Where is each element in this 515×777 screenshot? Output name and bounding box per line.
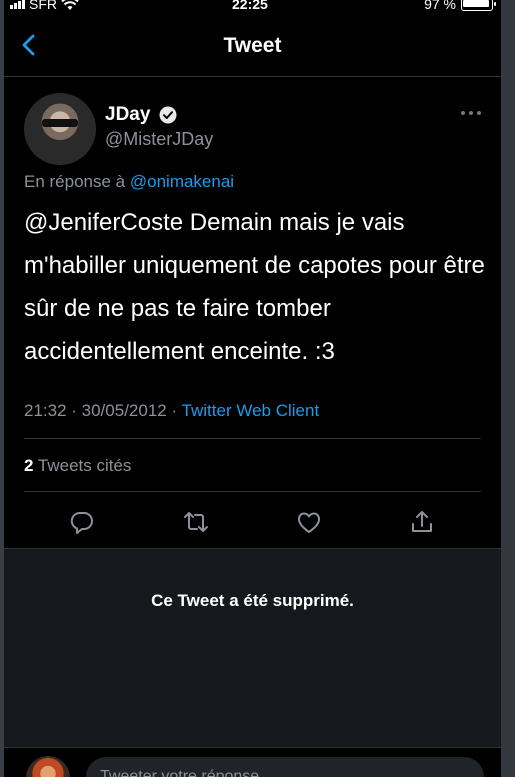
verified-badge-icon <box>159 106 177 124</box>
tweet-metadata: 21:32 · 30/05/2012 · Twitter Web Client <box>24 401 319 421</box>
divider <box>24 438 481 439</box>
reply-icon[interactable] <box>68 508 96 536</box>
author-handle[interactable]: @MisterJDay <box>105 129 213 150</box>
quote-tweets-stat[interactable]: 2 Tweets cités <box>24 456 131 476</box>
author-name[interactable]: JDay <box>105 104 150 126</box>
battery-percent: 97 % <box>424 0 456 12</box>
tweet-action-bar <box>4 500 501 544</box>
signal-icon <box>10 0 25 9</box>
page-title: Tweet <box>223 34 282 57</box>
carrier-label: SFR <box>29 0 57 12</box>
tweet-client-link[interactable]: Twitter Web Client <box>182 401 320 420</box>
divider <box>24 491 481 492</box>
author-avatar[interactable] <box>24 93 96 165</box>
tweet-text: @JeniferCoste Demain mais je vais m'habi… <box>24 209 485 365</box>
quote-count: 2 <box>24 456 34 475</box>
top-navigation-bar: Tweet <box>4 14 501 77</box>
like-icon[interactable] <box>295 508 323 536</box>
reply-mention-link[interactable]: @onimakenai <box>130 172 234 191</box>
current-user-avatar <box>26 756 70 777</box>
quote-label: Tweets cités <box>37 456 132 475</box>
reply-input[interactable] <box>86 757 484 777</box>
more-options-icon[interactable] <box>459 108 483 118</box>
tweet-timestamp[interactable]: 21:32 · 30/05/2012 · <box>24 401 182 420</box>
reply-context: En réponse à @onimakenai <box>24 172 234 192</box>
wifi-icon <box>61 0 79 10</box>
share-icon[interactable] <box>408 508 436 536</box>
reply-composer <box>4 747 501 777</box>
deleted-tweet-notice: Ce Tweet a été supprimé. <box>151 591 354 610</box>
reply-prefix: En réponse à <box>24 172 126 191</box>
clock: 22:25 <box>232 0 268 12</box>
status-bar: SFR 22:25 97 % <box>4 0 501 14</box>
retweet-icon[interactable] <box>182 508 210 536</box>
battery-icon <box>461 0 496 11</box>
deleted-tweet-card: Ce Tweet a été supprimé. <box>4 549 501 747</box>
phone-screen: SFR 22:25 97 % Tweet JDay @MisterJDay En… <box>4 0 501 777</box>
right-edge-strip <box>501 0 515 777</box>
